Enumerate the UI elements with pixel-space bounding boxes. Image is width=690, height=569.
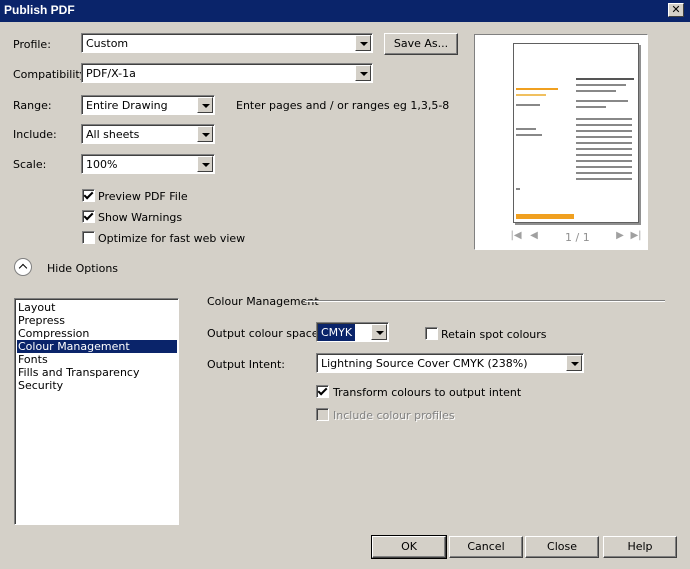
compatibility-select[interactable]: PDF/X-1a <box>81 63 373 83</box>
chevron-down-icon[interactable] <box>197 156 213 172</box>
list-item-security[interactable]: Security <box>17 379 177 392</box>
colour-management-heading: Colour Management <box>207 295 319 308</box>
scale-label: Scale: <box>13 158 47 171</box>
hide-options-label[interactable]: Hide Options <box>47 262 118 275</box>
last-page-icon[interactable]: ▶| <box>629 229 643 243</box>
chevron-down-icon[interactable] <box>355 65 371 81</box>
preview-pdf-label[interactable]: Preview PDF File <box>98 190 188 203</box>
show-warnings-checkbox[interactable] <box>82 210 95 223</box>
pdf-preview: |◀ ◀ 1 / 1 ▶ ▶| <box>474 34 648 250</box>
retain-spot-checkbox[interactable] <box>425 327 438 340</box>
include-select[interactable]: All sheets <box>81 124 215 144</box>
save-as-button[interactable]: Save As... <box>384 33 458 55</box>
output-intent-value: Lightning Source Cover CMYK (238%) <box>321 357 528 370</box>
compatibility-label: Compatibility: <box>13 68 90 81</box>
list-item-compression[interactable]: Compression <box>17 327 177 340</box>
output-colour-space-value: CMYK <box>318 324 356 341</box>
list-item-prepress[interactable]: Prepress <box>17 314 177 327</box>
transform-colours-label[interactable]: Transform colours to output intent <box>333 386 521 399</box>
collapse-icon[interactable] <box>14 258 32 276</box>
output-intent-label: Output Intent: <box>207 358 285 371</box>
transform-colours-checkbox[interactable] <box>316 385 329 398</box>
optimize-web-checkbox[interactable] <box>82 231 95 244</box>
chevron-down-icon[interactable] <box>197 97 213 113</box>
chevron-down-icon[interactable] <box>566 355 582 371</box>
include-label: Include: <box>13 128 57 141</box>
category-list[interactable]: Layout Prepress Compression Colour Manag… <box>14 298 179 525</box>
list-item-layout[interactable]: Layout <box>17 301 177 314</box>
range-label: Range: <box>13 99 52 112</box>
range-select[interactable]: Entire Drawing <box>81 95 215 115</box>
help-button[interactable]: Help <box>603 536 677 558</box>
next-page-icon[interactable]: ▶ <box>613 229 627 243</box>
show-warnings-label[interactable]: Show Warnings <box>98 211 182 224</box>
group-divider <box>305 300 665 302</box>
output-colour-space-select[interactable]: CMYK <box>316 322 389 342</box>
page-indicator: 1 / 1 <box>565 231 590 244</box>
scale-value: 100% <box>86 158 118 171</box>
retain-spot-label[interactable]: Retain spot colours <box>441 328 547 341</box>
list-item-colour-management[interactable]: Colour Management <box>17 340 177 353</box>
close-icon[interactable]: ✕ <box>668 3 684 17</box>
cancel-button[interactable]: Cancel <box>449 536 523 558</box>
list-item-fills-transparency[interactable]: Fills and Transparency <box>17 366 177 379</box>
output-colour-space-label: Output colour space: <box>207 327 323 340</box>
profile-value: Custom <box>86 37 129 50</box>
ok-button[interactable]: OK <box>371 535 447 559</box>
preview-pdf-checkbox[interactable] <box>82 189 95 202</box>
output-intent-select[interactable]: Lightning Source Cover CMYK (238%) <box>316 353 584 373</box>
window-title: Publish PDF <box>4 3 75 17</box>
first-page-icon[interactable]: |◀ <box>509 229 523 243</box>
optimize-web-label[interactable]: Optimize for fast web view <box>98 232 245 245</box>
preview-page-thumbnail <box>513 43 639 223</box>
include-profiles-label: Include colour profiles <box>333 409 455 422</box>
prev-page-icon[interactable]: ◀ <box>527 229 541 243</box>
chevron-down-icon[interactable] <box>197 126 213 142</box>
scale-select[interactable]: 100% <box>81 154 215 174</box>
chevron-down-icon[interactable] <box>355 35 371 51</box>
close-button[interactable]: Close <box>525 536 599 558</box>
include-value: All sheets <box>86 128 140 141</box>
title-bar: Publish PDF ✕ <box>0 0 690 22</box>
chevron-down-icon[interactable] <box>371 324 387 340</box>
include-profiles-checkbox[interactable] <box>316 408 329 421</box>
range-value: Entire Drawing <box>86 99 168 112</box>
profile-select[interactable]: Custom <box>81 33 373 53</box>
list-item-fonts[interactable]: Fonts <box>17 353 177 366</box>
range-hint: Enter pages and / or ranges eg 1,3,5-8 <box>236 99 450 112</box>
compatibility-value: PDF/X-1a <box>86 67 136 80</box>
profile-label: Profile: <box>13 38 51 51</box>
